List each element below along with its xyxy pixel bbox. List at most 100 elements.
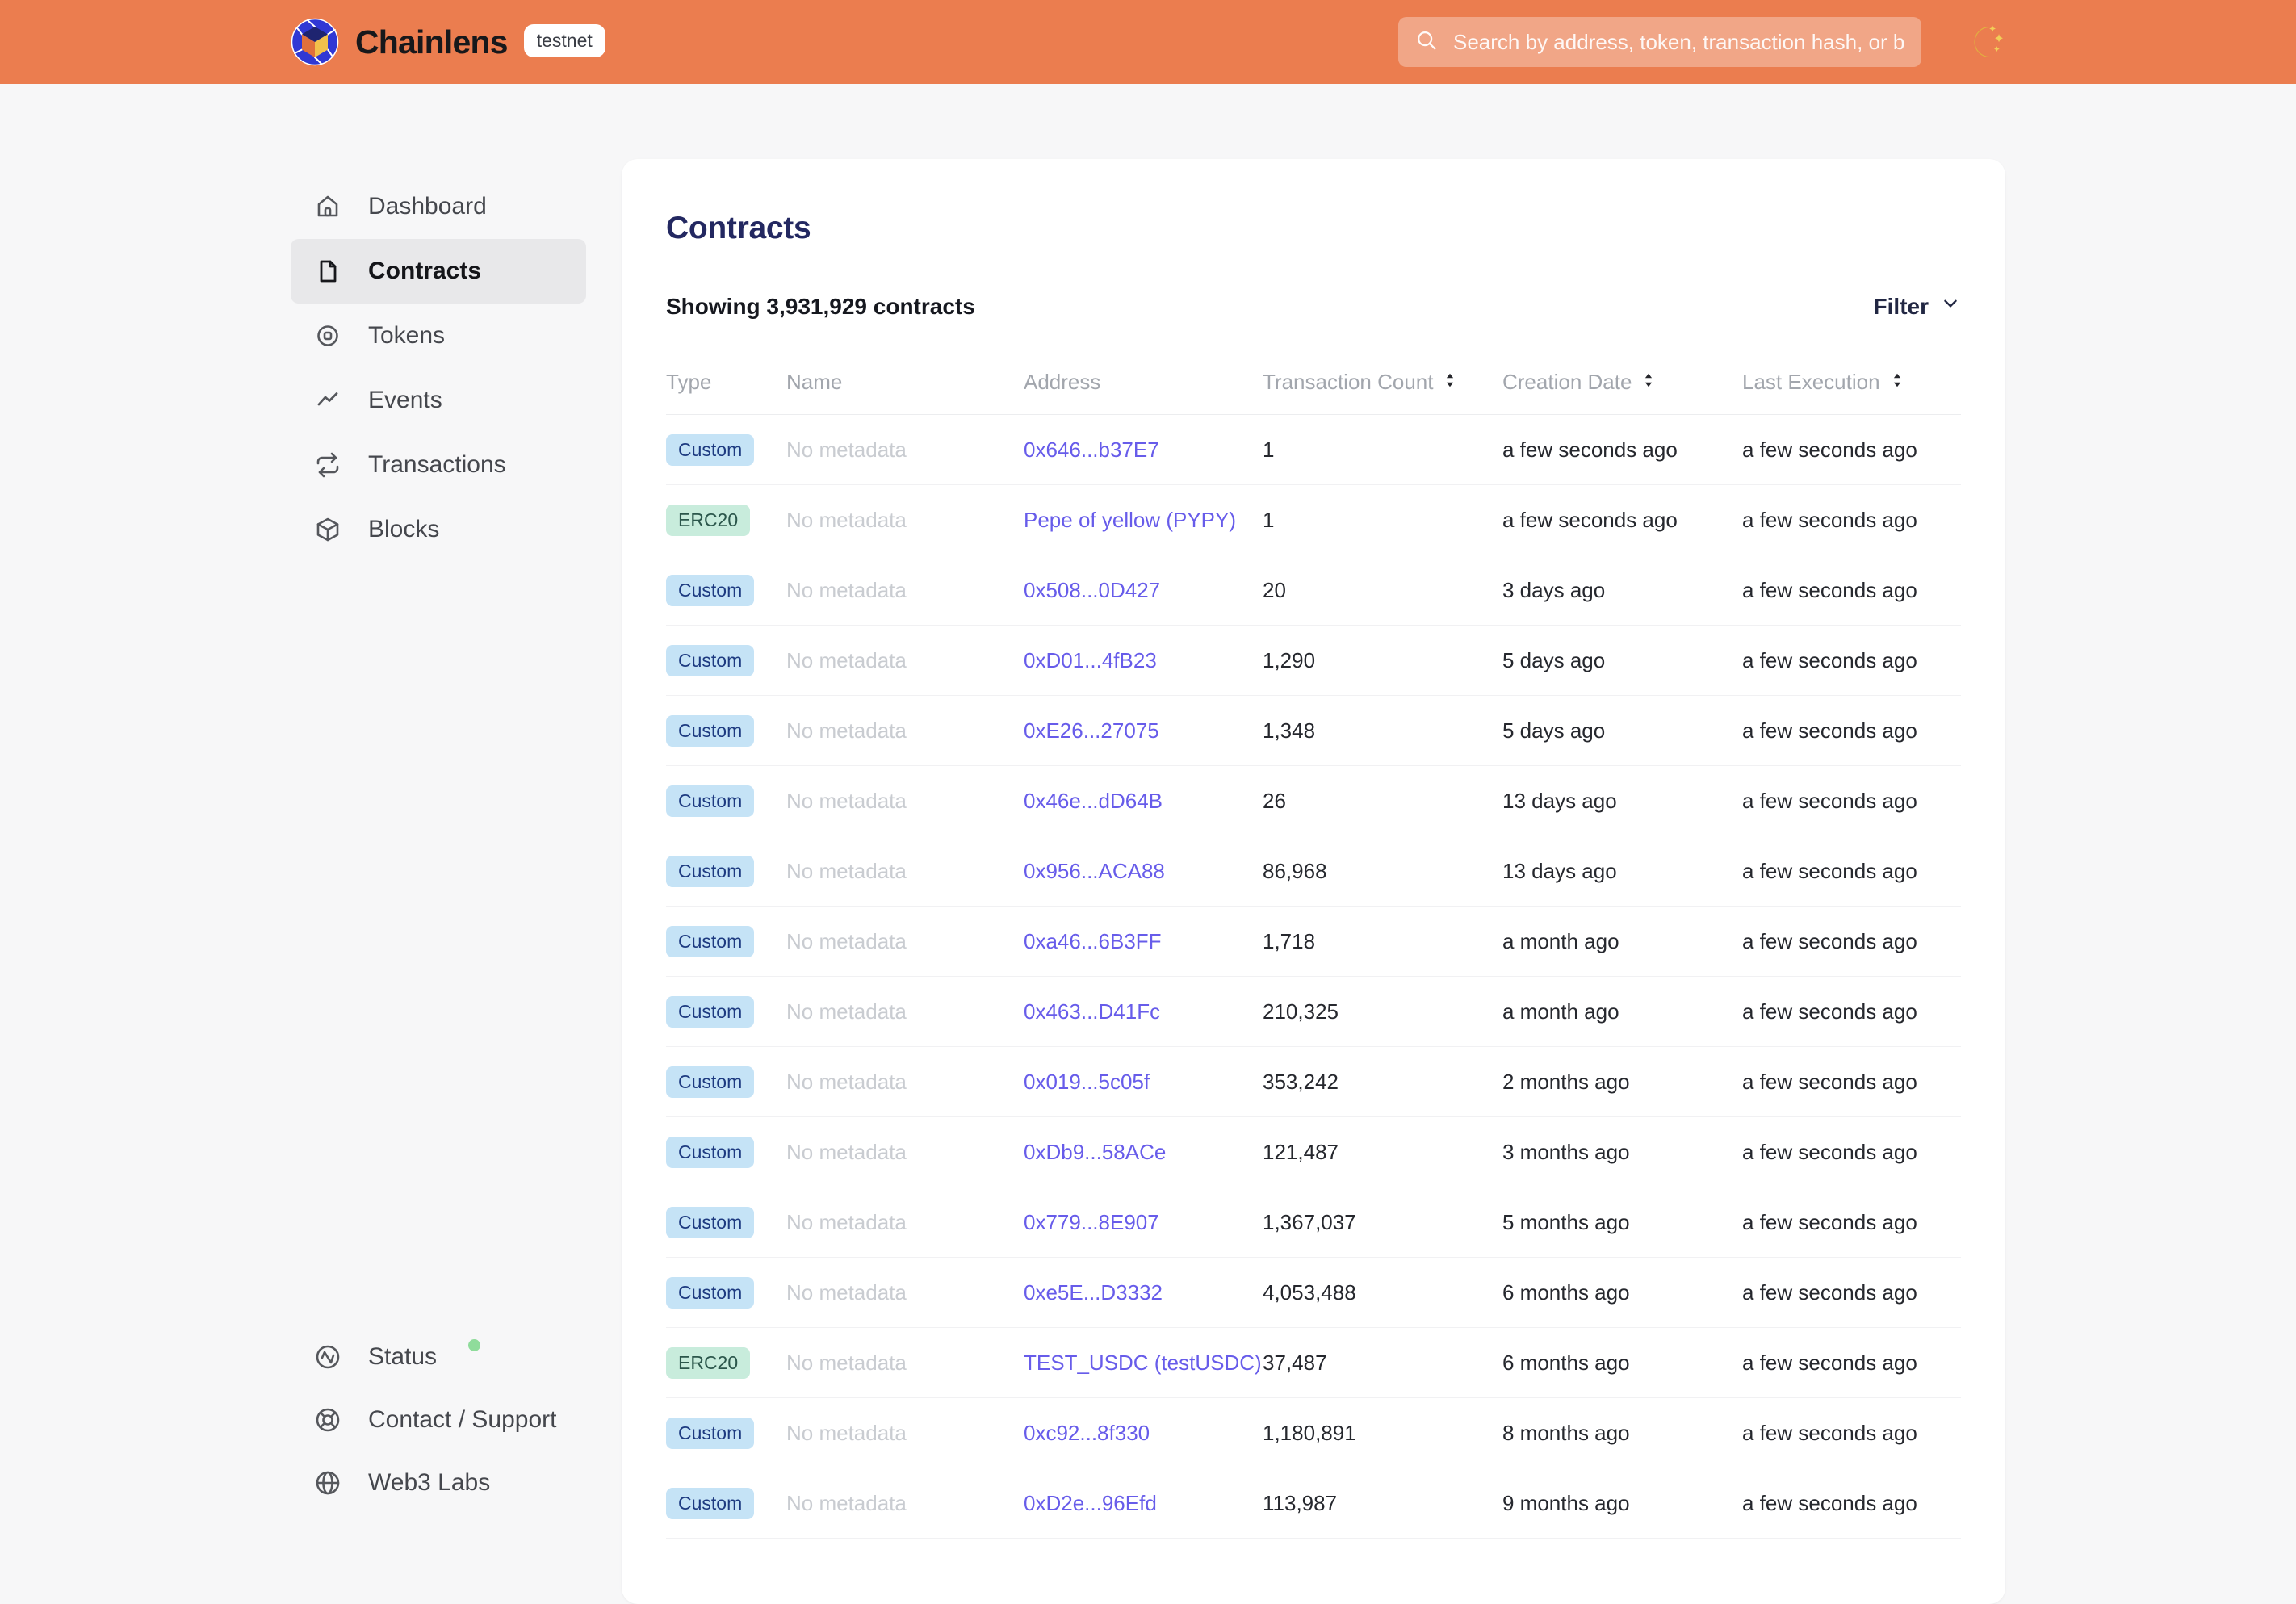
contract-name: No metadata — [786, 1279, 907, 1305]
column-header-last-execution[interactable]: Last Execution — [1742, 370, 1961, 395]
creation-date: 8 months ago — [1502, 1420, 1630, 1445]
last-execution: a few seconds ago — [1742, 718, 1917, 743]
contract-address-link[interactable]: TEST_USDC (testUSDC) — [1024, 1351, 1262, 1375]
sidebar-item-contact-support[interactable]: Contact / Support — [291, 1388, 586, 1451]
sidebar-item-label: Web3 Labs — [368, 1469, 491, 1496]
contract-name: No metadata — [786, 1350, 907, 1375]
sidebar-item-dashboard[interactable]: Dashboard — [291, 174, 586, 239]
transaction-count: 20 — [1263, 577, 1286, 602]
sidebar-item-tokens[interactable]: Tokens — [291, 304, 586, 368]
table-row: Custom No metadata 0xc92...8f330 1,180,8… — [666, 1398, 1961, 1468]
global-search[interactable] — [1398, 17, 1921, 67]
sidebar-item-blocks[interactable]: Blocks — [291, 497, 586, 562]
type-badge: ERC20 — [666, 1346, 751, 1379]
type-badge: Custom — [666, 1487, 755, 1519]
table-row: Custom No metadata 0x508...0D427 20 3 da… — [666, 555, 1961, 626]
sidebar-item-transactions[interactable]: Transactions — [291, 433, 586, 497]
contract-address-link[interactable]: 0xD2e...96Efd — [1024, 1491, 1157, 1515]
contract-name: No metadata — [786, 1069, 907, 1094]
creation-date: 6 months ago — [1502, 1350, 1630, 1375]
contract-address-link[interactable]: 0xa46...6B3FF — [1024, 929, 1162, 953]
table-row: Custom No metadata 0x779...8E907 1,367,0… — [666, 1187, 1961, 1258]
contract-address-link[interactable]: 0xDb9...58ACe — [1024, 1140, 1166, 1164]
last-execution: a few seconds ago — [1742, 437, 1917, 462]
creation-date: 5 months ago — [1502, 1209, 1630, 1234]
sort-icon — [1441, 370, 1459, 395]
type-badge: Custom — [666, 1066, 755, 1098]
transaction-count: 1,180,891 — [1263, 1420, 1356, 1445]
dark-mode-toggle[interactable] — [1968, 23, 2005, 61]
creation-date: a few seconds ago — [1502, 507, 1678, 532]
contract-address-link[interactable]: 0xc92...8f330 — [1024, 1421, 1150, 1445]
search-input[interactable] — [1452, 28, 1905, 56]
transaction-count: 353,242 — [1263, 1069, 1339, 1094]
creation-date: 6 months ago — [1502, 1279, 1630, 1305]
table-row: Custom No metadata 0x463...D41Fc 210,325… — [666, 977, 1961, 1047]
app-header: Chainlens testnet — [0, 0, 2296, 84]
table-row: ERC20 No metadata TEST_USDC (testUSDC) 3… — [666, 1328, 1961, 1398]
contract-name: No metadata — [786, 647, 907, 672]
contracts-table: Type Name Address Transaction Count Crea… — [666, 370, 1961, 1539]
contract-address-link[interactable]: 0xE26...27075 — [1024, 718, 1159, 743]
contract-name: No metadata — [786, 1490, 907, 1515]
last-execution: a few seconds ago — [1742, 999, 1917, 1024]
type-badge: Custom — [666, 855, 755, 887]
column-header-transaction-count[interactable]: Transaction Count — [1263, 370, 1502, 395]
column-header-name: Name — [786, 370, 843, 394]
type-badge: Custom — [666, 644, 755, 676]
pulse-circle-icon — [315, 1344, 341, 1370]
contract-name: No metadata — [786, 858, 907, 883]
status-online-dot — [468, 1338, 481, 1351]
last-execution: a few seconds ago — [1742, 858, 1917, 883]
type-badge: Custom — [666, 785, 755, 817]
type-badge: Custom — [666, 1276, 755, 1309]
sidebar-item-label: Dashboard — [368, 193, 487, 220]
contract-address-link[interactable]: 0x463...D41Fc — [1024, 999, 1160, 1024]
creation-date: 5 days ago — [1502, 647, 1606, 672]
contracts-table-body: Custom No metadata 0x646...b37E7 1 a few… — [666, 415, 1961, 1539]
brand-name: Chainlens — [355, 23, 509, 61]
creation-date: 2 months ago — [1502, 1069, 1630, 1094]
cube-icon — [315, 517, 341, 542]
last-execution: a few seconds ago — [1742, 1490, 1917, 1515]
last-execution: a few seconds ago — [1742, 1420, 1917, 1445]
filter-label: Filter — [1873, 293, 1929, 319]
page-title: Contracts — [666, 211, 811, 245]
sidebar-item-events[interactable]: Events — [291, 368, 586, 433]
filter-button[interactable]: Filter — [1874, 293, 1961, 320]
contract-address-link[interactable]: 0x646...b37E7 — [1024, 438, 1159, 462]
type-badge: Custom — [666, 433, 755, 466]
contract-name: No metadata — [786, 1209, 907, 1234]
contract-address-link[interactable]: 0x46e...dD64B — [1024, 789, 1163, 813]
contract-address-link[interactable]: 0xe5E...D3332 — [1024, 1280, 1163, 1305]
contract-address-link[interactable]: 0x019...5c05f — [1024, 1070, 1150, 1094]
contract-address-link[interactable]: 0x956...ACA88 — [1024, 859, 1165, 883]
type-badge: Custom — [666, 1206, 755, 1238]
sidebar-item-label: Events — [368, 387, 442, 413]
contract-address-link[interactable]: 0x779...8E907 — [1024, 1210, 1159, 1234]
contract-name: No metadata — [786, 718, 907, 743]
contract-name: No metadata — [786, 788, 907, 813]
contracts-count-summary: Showing 3,931,929 contracts — [666, 293, 975, 319]
sort-icon — [1888, 370, 1906, 395]
network-badge: testnet — [523, 24, 605, 57]
creation-date: 13 days ago — [1502, 788, 1617, 813]
last-execution: a few seconds ago — [1742, 1279, 1917, 1305]
type-badge: Custom — [666, 574, 755, 606]
contract-name: No metadata — [786, 928, 907, 953]
contract-address-link[interactable]: Pepe of yellow (PYPY) — [1024, 508, 1236, 532]
transaction-count: 86,968 — [1263, 858, 1327, 883]
column-header-creation-date[interactable]: Creation Date — [1502, 370, 1742, 395]
sidebar-item-contracts[interactable]: Contracts — [291, 239, 586, 304]
contract-address-link[interactable]: 0xD01...4fB23 — [1024, 648, 1157, 672]
creation-date: a few seconds ago — [1502, 437, 1678, 462]
sidebar-item-web3labs[interactable]: Web3 Labs — [291, 1451, 586, 1514]
last-execution: a few seconds ago — [1742, 928, 1917, 953]
sidebar-item-status[interactable]: Status — [291, 1325, 586, 1388]
contract-address-link[interactable]: 0x508...0D427 — [1024, 578, 1160, 602]
file-icon — [315, 258, 341, 284]
transaction-count: 37,487 — [1263, 1350, 1327, 1375]
table-header-row: Type Name Address Transaction Count Crea… — [666, 370, 1961, 415]
type-badge: Custom — [666, 1417, 755, 1449]
brand[interactable]: Chainlens testnet — [291, 18, 605, 66]
